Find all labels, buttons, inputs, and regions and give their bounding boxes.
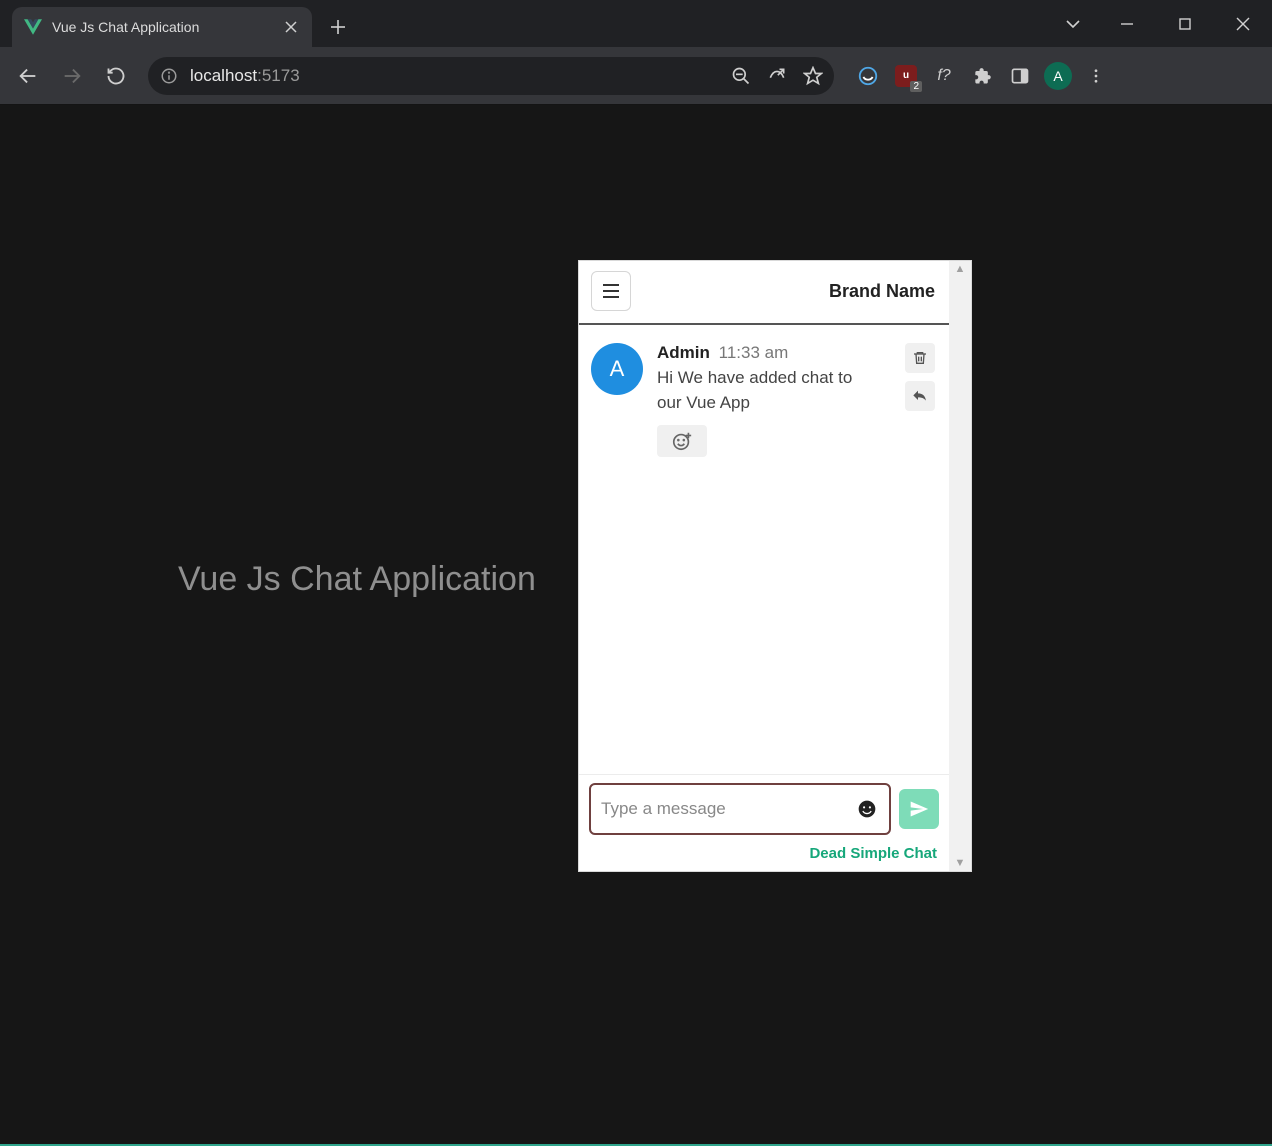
address-bar[interactable]: localhost:5173 bbox=[148, 57, 834, 95]
tab-search-button[interactable] bbox=[1048, 0, 1098, 47]
ublock-icon[interactable]: u 2 bbox=[892, 62, 920, 90]
ublock-badge: 2 bbox=[910, 81, 922, 92]
browser-toolbar: localhost:5173 u 2 f? bbox=[0, 47, 1272, 105]
scroll-down-icon[interactable]: ▼ bbox=[955, 857, 966, 869]
extensions-area: u 2 f? A bbox=[854, 62, 1110, 90]
message-avatar: A bbox=[591, 343, 643, 395]
message-time: 11:33 am bbox=[719, 343, 789, 362]
reload-button[interactable] bbox=[98, 58, 134, 94]
url-text: localhost:5173 bbox=[190, 66, 300, 86]
chat-scrollbar[interactable]: ▲ ▼ bbox=[949, 261, 971, 871]
new-tab-button[interactable] bbox=[320, 9, 356, 45]
bookmark-star-icon[interactable] bbox=[802, 65, 824, 87]
site-info-icon[interactable] bbox=[158, 65, 180, 87]
chat-messages: A Admin 11:33 am Hi We have added chat t… bbox=[579, 325, 949, 774]
url-port: :5173 bbox=[257, 66, 300, 85]
send-button[interactable] bbox=[899, 789, 939, 829]
extensions-puzzle-icon[interactable] bbox=[968, 62, 996, 90]
chat-brand-name: Brand Name bbox=[829, 281, 935, 302]
close-tab-icon[interactable] bbox=[284, 20, 298, 34]
back-button[interactable] bbox=[10, 58, 46, 94]
window-controls bbox=[1048, 0, 1272, 47]
chat-header: Brand Name bbox=[579, 261, 949, 323]
extension-circle-icon[interactable] bbox=[854, 62, 882, 90]
tab-title: Vue Js Chat Application bbox=[52, 19, 274, 35]
chat-footer: Dead Simple Chat bbox=[579, 841, 949, 871]
chat-menu-button[interactable] bbox=[591, 271, 631, 311]
function-extension-icon[interactable]: f? bbox=[930, 62, 958, 90]
vue-logo-icon bbox=[24, 18, 42, 36]
url-host: localhost bbox=[190, 66, 257, 85]
profile-avatar[interactable]: A bbox=[1044, 62, 1072, 90]
maximize-button[interactable] bbox=[1156, 0, 1214, 47]
emoji-picker-button[interactable] bbox=[855, 797, 879, 821]
page-title: Vue Js Chat Application bbox=[178, 560, 536, 599]
add-reaction-button[interactable] bbox=[657, 425, 707, 457]
zoom-out-icon[interactable] bbox=[730, 65, 752, 87]
close-window-button[interactable] bbox=[1214, 0, 1272, 47]
chat-input-row bbox=[579, 774, 949, 841]
browser-tab[interactable]: Vue Js Chat Application bbox=[12, 7, 312, 47]
message-text: Hi We have added chat to our Vue App bbox=[657, 366, 857, 415]
scroll-up-icon[interactable]: ▲ bbox=[955, 263, 966, 275]
reply-message-button[interactable] bbox=[905, 381, 935, 411]
share-icon[interactable] bbox=[766, 65, 788, 87]
forward-button[interactable] bbox=[54, 58, 90, 94]
chat-widget: Brand Name A Admin 11:33 am Hi We have a… bbox=[578, 260, 972, 872]
chat-input-box[interactable] bbox=[589, 783, 891, 835]
delete-message-button[interactable] bbox=[905, 343, 935, 373]
chat-footer-link[interactable]: Dead Simple Chat bbox=[809, 845, 937, 862]
page-viewport: Vue Js Chat Application Brand Name A Adm… bbox=[0, 105, 1272, 1146]
browser-titlebar: Vue Js Chat Application bbox=[0, 0, 1272, 47]
message-input[interactable] bbox=[601, 799, 847, 819]
side-panel-icon[interactable] bbox=[1006, 62, 1034, 90]
minimize-button[interactable] bbox=[1098, 0, 1156, 47]
message-author: Admin bbox=[657, 343, 710, 362]
menu-dots-icon[interactable] bbox=[1082, 62, 1110, 90]
chat-message: A Admin 11:33 am Hi We have added chat t… bbox=[591, 343, 935, 457]
